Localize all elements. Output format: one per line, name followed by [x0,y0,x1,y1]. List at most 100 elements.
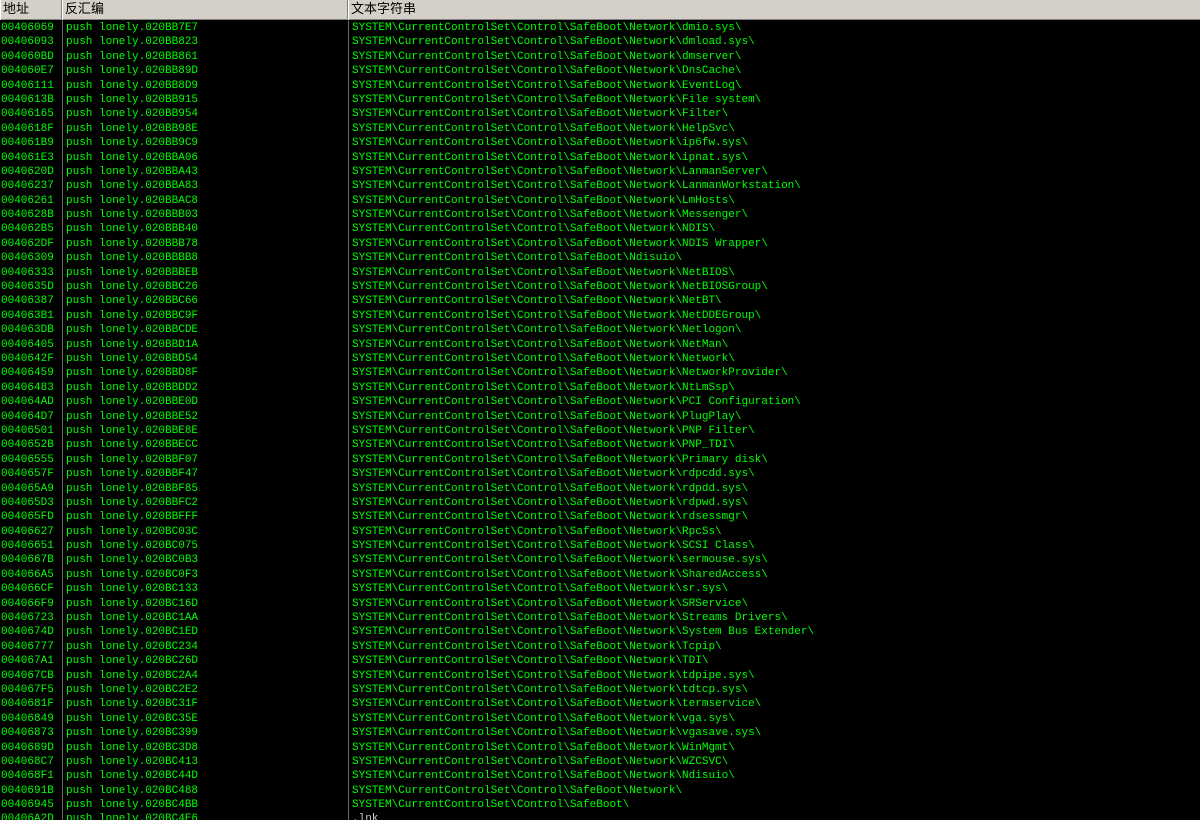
table-row[interactable]: 0040652B push lonely.020BBECC SYSTEM\Curre… [0,438,1200,453]
table-row[interactable]: 00406501 push lonely.020BBE8E SYSTEM\Curre… [0,423,1200,439]
address-cell[interactable]: 004067A1 [0,654,62,668]
table-row[interactable]: 004061E3 push lonely.020BBA06 SYSTEM\Curre… [0,150,1200,165]
text-string-cell[interactable]: SYSTEM\CurrentControlSet\Control\SafeBoo… [348,553,1200,568]
table-row[interactable]: 004066F9 push lonely.020BC16D SYSTEM\Curre… [0,596,1200,612]
disassembly-cell[interactable]: push lonely.020BBC9F [62,308,348,324]
table-row[interactable]: 00406873 push lonely.020BC399 SYSTEM\Curre… [0,726,1200,741]
address-cell[interactable]: 0040635D [0,280,62,294]
disassembly-cell[interactable]: push lonely.020BC1ED [62,625,348,640]
disassembly-cell[interactable]: push lonely.020BC488 [62,783,348,799]
table-row[interactable]: 004064D7 push lonely.020BBE52 SYSTEM\Curre… [0,409,1200,424]
text-string-cell[interactable]: SYSTEM\CurrentControlSet\Control\SafeBoo… [348,481,1200,496]
text-string-cell[interactable]: SYSTEM\CurrentControlSet\Control\SafeBoo… [348,596,1200,612]
table-row[interactable]: 004064AD push lonely.020BBE0D SYSTEM\Curre… [0,395,1200,410]
table-row[interactable]: 00406849 push lonely.020BC35E SYSTEM\Curre… [0,711,1200,727]
text-string-cell[interactable]: SYSTEM\CurrentControlSet\Control\SafeBoo… [348,179,1200,194]
text-string-cell[interactable]: SYSTEM\CurrentControlSet\Control\SafeBoo… [348,21,1200,36]
address-cell[interactable]: 004063DB [0,323,62,337]
address-cell[interactable]: 0040628B [0,208,62,222]
address-cell[interactable]: 0040667B [0,553,62,567]
text-string-cell[interactable]: SYSTEM\CurrentControlSet\Control\SafeBoo… [348,136,1200,151]
text-string-cell[interactable]: SYSTEM\CurrentControlSet\Control\SafeBoo… [348,208,1200,223]
disassembly-cell[interactable]: push lonely.020BC26D [62,654,348,669]
text-string-cell[interactable]: SYSTEM\CurrentControlSet\Control\SafeBoo… [348,682,1200,698]
disassembly-cell[interactable]: push lonely.020BBF07 [62,452,348,468]
disassembly-cell[interactable]: push lonely.020BBD1A [62,337,348,352]
address-cell[interactable]: 004060E7 [0,64,62,78]
disassembly-cell[interactable]: push lonely.020BC31F [62,697,348,712]
text-string-cell[interactable]: SYSTEM\CurrentControlSet\Control\SafeBoo… [348,740,1200,755]
address-cell[interactable]: 00406459 [0,366,62,380]
disassembly-cell[interactable]: push lonely.020BBD54 [62,351,348,367]
address-cell[interactable]: 00406387 [0,294,62,308]
address-cell[interactable]: 0040642F [0,352,62,366]
disassembly-cell[interactable]: push lonely.020BBF47 [62,467,348,482]
address-cell[interactable]: 00406483 [0,381,62,395]
address-cell[interactable]: 00406405 [0,338,62,352]
text-string-cell[interactable]: SYSTEM\CurrentControlSet\Control\SafeBoo… [348,251,1200,266]
text-string-cell[interactable]: SYSTEM\CurrentControlSet\Control\SafeBoo… [348,236,1200,252]
text-string-cell[interactable]: SYSTEM\CurrentControlSet\Control\SafeBoo… [348,150,1200,165]
address-cell[interactable]: 004066F9 [0,597,62,611]
address-cell[interactable]: 004062DF [0,237,62,251]
table-row[interactable]: 00406777 push lonely.020BC234 SYSTEM\Curre… [0,639,1200,655]
text-string-cell[interactable]: SYSTEM\CurrentControlSet\Control\SafeBoo… [348,510,1200,525]
disassembly-cell[interactable]: push lonely.020BC2A4 [62,668,348,683]
disassembly-cell[interactable]: push lonely.020BC0F3 [62,567,348,583]
disassembly-cell[interactable]: push lonely.020BBCDE [62,323,348,338]
address-cell[interactable]: 0040681F [0,697,62,711]
text-string-cell[interactable]: SYSTEM\CurrentControlSet\Control\SafeBoo… [348,323,1200,338]
table-row[interactable]: 00406069 push lonely.020BB7E7 SYSTEM\Curre… [0,21,1200,36]
text-string-cell[interactable]: SYSTEM\CurrentControlSet\Control\SafeBoo… [348,380,1200,396]
table-row[interactable]: 0040620D push lonely.020BBA43 SYSTEM\Curre… [0,164,1200,180]
table-row[interactable]: 0040674D push lonely.020BC1ED SYSTEM\Curre… [0,625,1200,640]
disassembly-cell[interactable]: push lonely.020BC4BB [62,798,348,813]
table-row[interactable]: 00406945 push lonely.020BC4BB SYSTEM\Curre… [0,798,1200,813]
table-row[interactable]: 0040691B push lonely.020BC488 SYSTEM\Curre… [0,783,1200,799]
column-header-address[interactable]: 地址 [0,0,62,20]
disassembly-cell[interactable]: push lonely.020BBDD2 [62,380,348,396]
text-string-cell[interactable]: SYSTEM\CurrentControlSet\Control\SafeBoo… [348,754,1200,770]
table-row[interactable]: 004065D3 push lonely.020BBFC2 SYSTEM\Curre… [0,495,1200,511]
table-row[interactable]: 00406483 push lonely.020BBDD2 SYSTEM\Curre… [0,380,1200,396]
text-string-cell[interactable]: SYSTEM\CurrentControlSet\Control\SafeBoo… [348,337,1200,352]
disassembly-cell[interactable]: push lonely.020BC16D [62,596,348,612]
table-row[interactable]: 00406309 push lonely.020BBBB8 SYSTEM\Curre… [0,251,1200,266]
text-string-cell[interactable]: SYSTEM\CurrentControlSet\Control\SafeBoo… [348,35,1200,50]
disassembly-cell[interactable]: push lonely.020BC03C [62,524,348,540]
address-cell[interactable]: 00406945 [0,798,62,812]
address-cell[interactable]: 004061B9 [0,136,62,150]
table-row[interactable]: 0040635D push lonely.020BBC26 SYSTEM\Curre… [0,280,1200,295]
table-row[interactable]: 00406333 push lonely.020BBBEB SYSTEM\Curre… [0,265,1200,281]
text-string-cell[interactable]: SYSTEM\CurrentControlSet\Control\SafeBoo… [348,438,1200,453]
address-cell[interactable]: 004065FD [0,510,62,524]
address-cell[interactable]: 004060BD [0,50,62,64]
table-row[interactable]: 004068F1 push lonely.020BC44D SYSTEM\Curre… [0,769,1200,784]
table-row[interactable]: 00406111 push lonely.020BB8D9 SYSTEM\Curre… [0,78,1200,93]
text-string-cell[interactable]: SYSTEM\CurrentControlSet\Control\SafeBoo… [348,495,1200,511]
disassembly-cell[interactable]: push lonely.020BC0B3 [62,553,348,568]
address-cell[interactable]: 00406165 [0,107,62,121]
table-row[interactable]: 004065A9 push lonely.020BBF85 SYSTEM\Curre… [0,481,1200,496]
text-string-cell[interactable]: SYSTEM\CurrentControlSet\Control\SafeBoo… [348,280,1200,295]
table-row[interactable]: 004067CB push lonely.020BC2A4 SYSTEM\Curre… [0,668,1200,683]
disassembly-cell[interactable]: push lonely.020BBD8F [62,366,348,381]
text-string-cell[interactable]: SYSTEM\CurrentControlSet\Control\SafeBoo… [348,222,1200,237]
address-cell[interactable]: 00406069 [0,21,62,35]
disassembly-cell[interactable]: push lonely.020BB915 [62,92,348,108]
table-row[interactable]: 00406165 push lonely.020BB954 SYSTEM\Curre… [0,107,1200,122]
disassembly-cell[interactable]: push lonely.020BC2E2 [62,682,348,698]
address-cell[interactable]: 004068F1 [0,769,62,783]
address-cell[interactable]: 0040613B [0,93,62,107]
address-cell[interactable]: 00406777 [0,640,62,654]
disassembly-cell[interactable]: push lonely.020BB7E7 [62,21,348,36]
text-string-cell[interactable]: SYSTEM\CurrentControlSet\Control\SafeBoo… [348,294,1200,309]
address-cell[interactable]: 00406333 [0,266,62,280]
disassembly-cell[interactable]: push lonely.020BC399 [62,726,348,741]
text-string-cell[interactable]: SYSTEM\CurrentControlSet\Control\SafeBoo… [348,697,1200,712]
table-row[interactable]: 004062B5 push lonely.020BBB40 SYSTEM\Curre… [0,222,1200,237]
table-row[interactable]: 004060BD push lonely.020BB861 SYSTEM\Curre… [0,49,1200,65]
address-cell[interactable]: 004068C7 [0,755,62,769]
address-cell[interactable]: 0040657F [0,467,62,481]
column-header-disassembly[interactable]: 反汇编 [62,0,348,20]
